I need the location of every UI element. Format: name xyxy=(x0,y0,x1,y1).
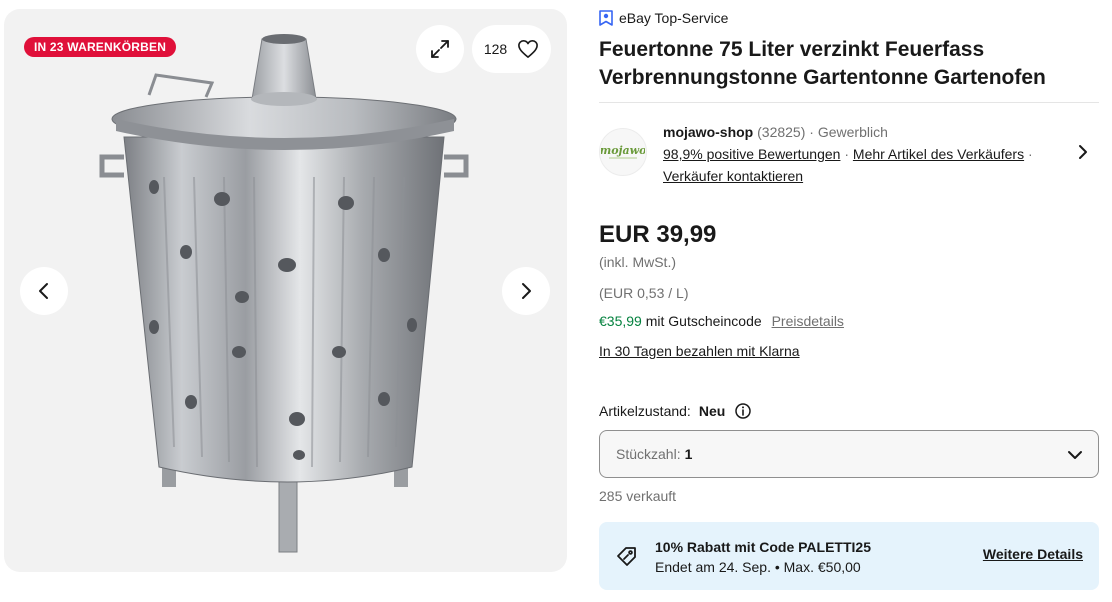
next-image-button[interactable] xyxy=(502,267,550,315)
watchlist-button[interactable]: 128 xyxy=(472,25,551,73)
promo-banner: 10% Rabatt mit Code PALETTI25 Endet am 2… xyxy=(599,522,1099,590)
item-condition: Artikelzustand: Neu xyxy=(599,403,752,419)
separator: · xyxy=(1027,146,1033,162)
seller-info: mojawo-shop (32825) · Gewerblich 98,9% p… xyxy=(663,121,1033,187)
coupon-line: €35,99 mit Gutscheincode Preisdetails xyxy=(599,313,844,329)
watch-count: 128 xyxy=(483,41,508,57)
coupon-price: €35,99 xyxy=(599,313,642,329)
seller-type: · Gewerblich xyxy=(809,124,888,140)
quantity-value: 1 xyxy=(684,446,693,462)
separator: · xyxy=(844,146,850,162)
positive-feedback-link[interactable]: 98,9% positive Bewertungen xyxy=(663,146,840,162)
expand-icon xyxy=(431,40,449,58)
chevron-left-icon xyxy=(39,283,48,299)
vat-note: (inkl. MwSt.) xyxy=(599,254,676,270)
chevron-right-icon xyxy=(522,283,531,299)
info-icon[interactable] xyxy=(735,403,752,419)
price-details-link[interactable]: Preisdetails xyxy=(772,313,844,329)
image-gallery: IN 23 WARENKÖRBEN 128 xyxy=(4,9,567,572)
cart-count-badge: IN 23 WARENKÖRBEN xyxy=(24,37,177,57)
heart-icon xyxy=(518,40,539,58)
chevron-right-icon[interactable] xyxy=(1075,144,1091,160)
promo-text: 10% Rabatt mit Code PALETTI25 Endet am 2… xyxy=(655,537,871,577)
contact-seller-link[interactable]: Verkäufer kontaktieren xyxy=(663,168,803,184)
promo-details-link[interactable]: Weitere Details xyxy=(983,546,1083,562)
condition-label: Artikelzustand: xyxy=(599,403,691,419)
sold-count: 285 verkauft xyxy=(599,488,677,504)
seller-feedback-count: (32825) xyxy=(757,124,806,140)
top-service-label: eBay Top-Service xyxy=(619,10,729,26)
chevron-down-icon xyxy=(1068,451,1082,459)
seller-logo-image: mojawo xyxy=(601,144,645,159)
promo-title: 10% Rabatt mit Code PALETTI25 xyxy=(655,539,872,555)
expand-image-button[interactable] xyxy=(416,25,464,73)
listing-title: Feuertonne 75 Liter verzinkt Feuerfass V… xyxy=(599,38,1046,89)
condition-value: Neu xyxy=(698,403,726,419)
product-image[interactable] xyxy=(94,27,484,557)
top-service-badge: eBay Top-Service xyxy=(599,10,728,26)
top-service-icon xyxy=(599,10,613,26)
svg-text:mojawo: mojawo xyxy=(601,144,645,157)
seller-card: mojawo mojawo-shop (32825) · Gewerblich … xyxy=(599,118,1099,188)
seller-name[interactable]: mojawo-shop xyxy=(663,124,753,140)
previous-image-button[interactable] xyxy=(20,267,68,315)
coupon-text: mit Gutscheincode xyxy=(645,313,762,329)
quantity-select[interactable]: Stückzahl: 1 xyxy=(599,430,1099,478)
quantity-label: Stückzahl: xyxy=(616,446,681,462)
promo-subtitle: Endet am 24. Sep. • Max. €50,00 xyxy=(655,559,861,575)
seller-logo[interactable]: mojawo xyxy=(599,128,647,176)
item-price: EUR 39,99 xyxy=(599,221,717,248)
klarna-link-label[interactable]: In 30 Tagen bezahlen mit Klarna xyxy=(599,343,800,359)
more-items-link[interactable]: Mehr Artikel des Verkäufers xyxy=(853,146,1024,162)
unit-price: (EUR 0,53 / L) xyxy=(599,285,689,301)
coupon-tag-icon xyxy=(617,547,636,566)
divider xyxy=(599,102,1099,103)
klarna-link[interactable]: In 30 Tagen bezahlen mit Klarna xyxy=(599,343,800,359)
